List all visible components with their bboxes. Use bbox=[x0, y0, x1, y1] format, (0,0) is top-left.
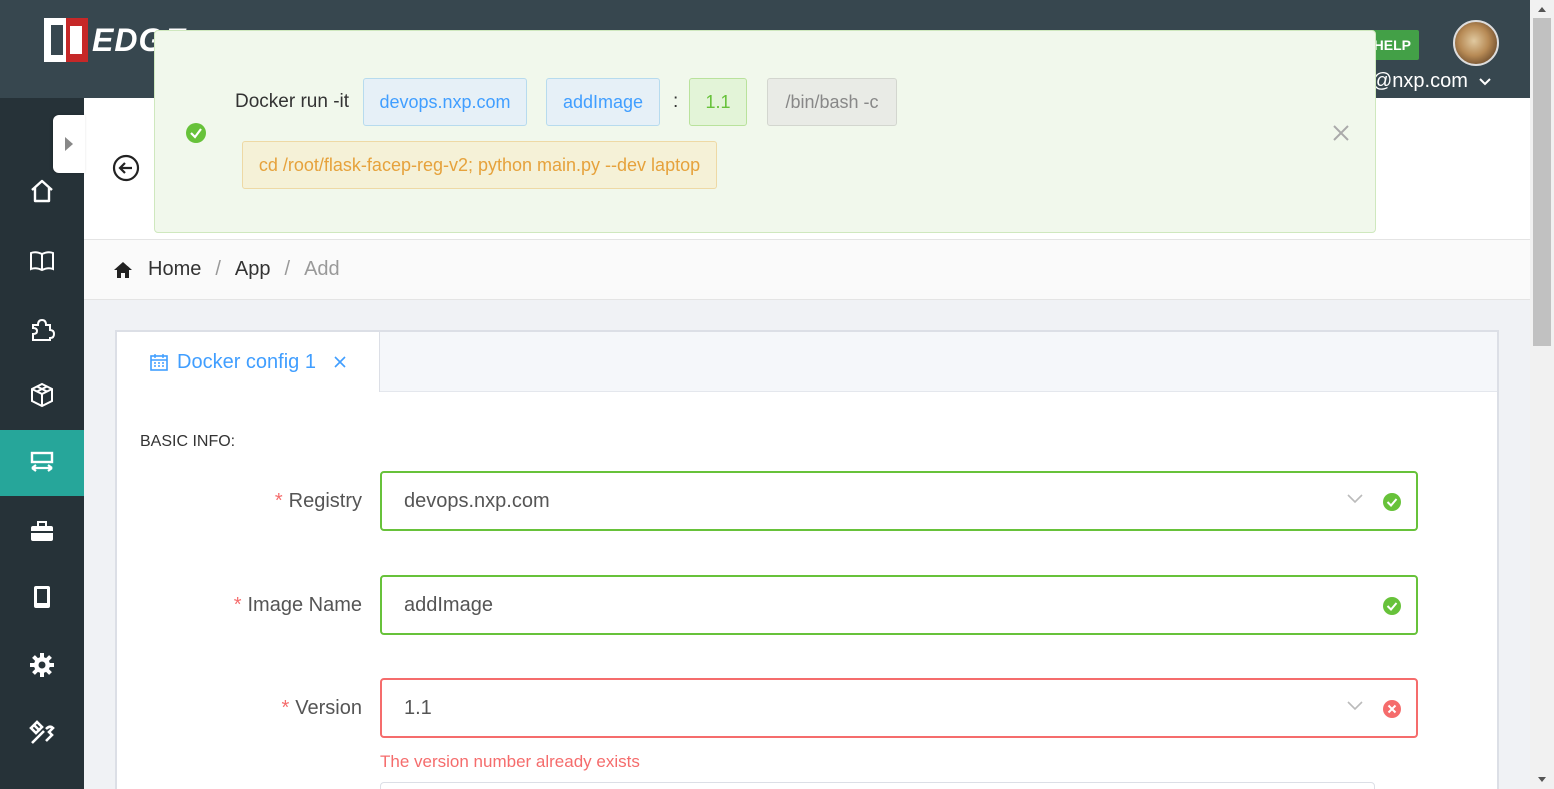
check-circle-icon bbox=[1383, 493, 1401, 511]
user-email: @nxp.com bbox=[1372, 70, 1468, 92]
registry-select[interactable]: devops.nxp.com bbox=[380, 471, 1418, 531]
section-title: BASIC INFO: bbox=[140, 433, 236, 450]
breadcrumb-separator: / bbox=[215, 258, 221, 280]
close-icon[interactable] bbox=[1331, 123, 1351, 143]
scroll-down-icon[interactable] bbox=[1530, 771, 1554, 789]
sidebar-item-apps[interactable] bbox=[0, 430, 84, 496]
logo-mark-icon bbox=[44, 18, 88, 62]
command-tag: cd /root/flask-facep-reg-v2; python main… bbox=[242, 141, 717, 189]
arrow-left-icon bbox=[112, 154, 140, 182]
error-circle-icon bbox=[1383, 700, 1401, 718]
version-error-message: The version number already exists bbox=[380, 752, 640, 771]
tab-bar: Docker config 1 bbox=[117, 332, 1497, 392]
image-tag: addImage bbox=[546, 78, 660, 126]
back-button[interactable] bbox=[112, 154, 140, 182]
caret-right-icon bbox=[65, 137, 73, 151]
breadcrumb-app[interactable]: App bbox=[235, 258, 271, 281]
device-icon bbox=[34, 586, 50, 608]
puzzle-icon bbox=[32, 318, 56, 341]
app-icon bbox=[30, 451, 54, 472]
registry-value: devops.nxp.com bbox=[404, 489, 550, 512]
version-separator: : bbox=[673, 91, 679, 112]
scroll-thumb[interactable] bbox=[1533, 18, 1551, 346]
chevron-down-icon bbox=[1347, 701, 1363, 711]
tab-docker-config-1[interactable]: Docker config 1 bbox=[117, 332, 380, 392]
toolbox-icon bbox=[31, 521, 53, 541]
version-tag: 1.1 bbox=[689, 78, 747, 126]
image-name-value: addImage bbox=[404, 593, 493, 616]
registry-tag: devops.nxp.com bbox=[363, 78, 527, 126]
sidebar-item-tools[interactable] bbox=[0, 700, 84, 766]
sidebar-toggle[interactable] bbox=[53, 115, 85, 173]
image-name-input[interactable]: addImage bbox=[380, 575, 1418, 635]
sidebar-item-settings[interactable] bbox=[0, 632, 84, 698]
check-circle-icon bbox=[186, 123, 206, 143]
avatar[interactable] bbox=[1453, 20, 1499, 66]
scroll-up-icon[interactable] bbox=[1530, 0, 1554, 18]
sidebar-item-toolbox[interactable] bbox=[0, 498, 84, 564]
breadcrumb-home[interactable]: Home bbox=[148, 258, 201, 281]
tools-icon bbox=[29, 720, 55, 744]
image-name-label: * Image Name bbox=[233, 594, 362, 616]
chevron-down-icon bbox=[1347, 494, 1363, 504]
version-label: * Version bbox=[281, 697, 362, 719]
breadcrumb-current: Add bbox=[304, 258, 340, 280]
shell-tag: /bin/bash -c bbox=[767, 78, 897, 126]
tab-close-icon[interactable] bbox=[332, 354, 348, 370]
breadcrumb: Home / App / Add bbox=[84, 240, 1530, 300]
book-icon bbox=[30, 251, 54, 272]
command-prefix: Docker run -it bbox=[235, 91, 350, 112]
registry-label: * Registry bbox=[274, 490, 362, 512]
cube-icon bbox=[31, 382, 53, 408]
tab-label: Docker config 1 bbox=[177, 350, 316, 373]
chevron-down-icon bbox=[1479, 77, 1491, 85]
check-circle-icon bbox=[1383, 597, 1401, 615]
required-mark: * bbox=[281, 697, 290, 719]
page-scrollbar[interactable] bbox=[1530, 0, 1554, 789]
config-card: Docker config 1 BASIC INFO: * Registry de… bbox=[115, 330, 1499, 789]
sidebar-item-plugins[interactable] bbox=[0, 296, 84, 362]
docker-command-notification: Docker run -it devops.nxp.com addImage :… bbox=[154, 30, 1376, 233]
next-field[interactable] bbox=[380, 782, 1375, 789]
sidebar-item-modules[interactable] bbox=[0, 362, 84, 428]
version-value: 1.1 bbox=[404, 696, 432, 719]
required-mark: * bbox=[274, 490, 283, 512]
settings-icon bbox=[30, 653, 54, 677]
sidebar-item-docs[interactable] bbox=[0, 228, 84, 294]
user-menu[interactable]: @nxp.com bbox=[1372, 70, 1492, 93]
home-icon bbox=[31, 179, 53, 203]
sidebar-item-devices[interactable] bbox=[0, 564, 84, 630]
home-icon bbox=[114, 261, 132, 278]
breadcrumb-separator: / bbox=[284, 258, 291, 280]
version-select[interactable]: 1.1 bbox=[380, 678, 1418, 738]
calendar-icon bbox=[150, 354, 168, 371]
required-mark: * bbox=[233, 594, 242, 616]
sidebar bbox=[0, 98, 84, 789]
